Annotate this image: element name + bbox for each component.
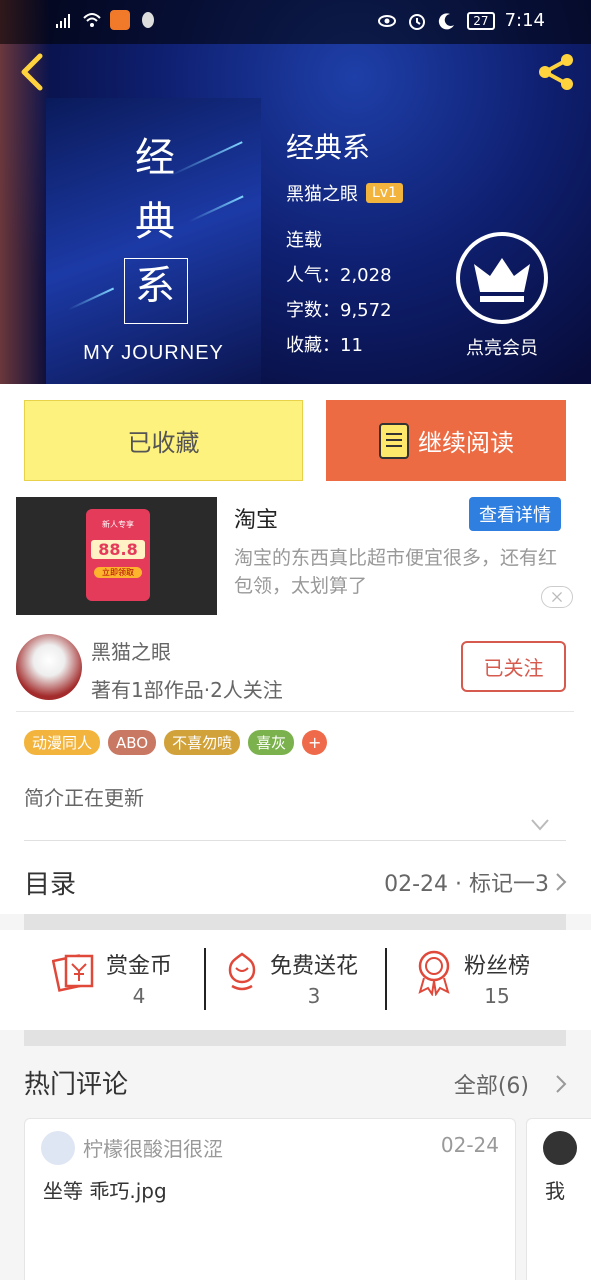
book-icon [379, 422, 409, 459]
ad-title: 淘宝 [234, 508, 279, 533]
favorited-button[interactable]: 已收藏 [24, 400, 303, 481]
status-bar: 27 7:14 [0, 0, 591, 44]
stat-flower[interactable]: 免费送花 3 [224, 948, 358, 1008]
comment-card[interactable]: 我 [526, 1118, 591, 1280]
ad-image[interactable]: 新人专享 88.8 立即领取 [16, 497, 217, 615]
ad-coupon: 新人专享 88.8 立即领取 [86, 509, 150, 601]
popularity: 人气：2,028 [286, 265, 392, 286]
chevron-right-icon[interactable] [555, 1074, 567, 1094]
author-line: 黑猫之眼 Lv1 [286, 180, 403, 206]
divider [16, 711, 574, 712]
ad-coupon-button: 立即领取 [94, 567, 142, 578]
share-icon[interactable] [535, 52, 579, 92]
ad-coupon-amount: 88.8 [91, 540, 145, 559]
status-right: 27 7:14 [377, 10, 545, 31]
word-count: 字数：9,572 [286, 300, 392, 321]
stat-reward[interactable]: 赏金币 4 [52, 948, 172, 1008]
avatar[interactable] [16, 634, 82, 700]
favorites-count: 收藏：11 [286, 335, 363, 356]
cover-streak [67, 287, 115, 311]
divider [24, 840, 566, 841]
chevron-left-icon[interactable] [14, 52, 50, 92]
cover-streak [188, 195, 244, 223]
divider [204, 948, 206, 1010]
section-separator [24, 914, 566, 930]
eye-icon [378, 14, 397, 27]
comment-user[interactable]: 柠檬很酸泪很涩 [83, 1133, 223, 1162]
table-of-contents-row[interactable]: 目录 02-24 · 标记一3 [0, 850, 591, 914]
book-cover[interactable]: 经 典 系 MY JOURNEY [46, 98, 261, 384]
stat-value: 15 [484, 984, 510, 1008]
wifi-icon [83, 13, 101, 27]
all-comments-link[interactable]: 全部(6) [454, 1068, 529, 1100]
divider [385, 948, 387, 1010]
vip-label[interactable]: 点亮会员 [452, 334, 552, 360]
hot-comments-section: 热门评论 全部(6) 柠檬很酸泪很涩 02-24 坐等 乖巧.jpg 我 [0, 1046, 591, 1280]
video-app-icon [110, 10, 130, 30]
ad-coupon-top: 新人专享 [102, 520, 134, 529]
comment-text: 坐等 乖巧.jpg [43, 1179, 167, 1203]
ad-description: 淘宝的东西真比超市便宜很多，还有红包领，太划算了 [234, 547, 558, 597]
cover-frame [124, 258, 188, 324]
author-info-section: 黑猫之眼 著有1部作品·2人关注 已关注 动漫同人 ABO 不喜勿喷 喜灰 + … [0, 620, 591, 850]
action-bar: 已收藏 继续阅读 [0, 384, 591, 494]
avatar[interactable] [41, 1131, 75, 1165]
stat-value: 4 [132, 984, 146, 1008]
stat-label: 赏金币 [106, 954, 173, 979]
tag-list: 动漫同人 ABO 不喜勿喷 喜灰 + [24, 730, 328, 755]
tag-item[interactable]: ABO [108, 730, 157, 755]
tag-item[interactable]: 不喜勿喷 [164, 730, 241, 755]
moon-icon [439, 12, 455, 29]
author-card-subtitle: 著有1部作品·2人关注 [91, 678, 283, 702]
chevron-right-icon [556, 873, 567, 891]
cover-char: 典 [135, 199, 175, 245]
comment-date: 02-24 [440, 1133, 499, 1157]
level-badge: Lv1 [366, 183, 403, 203]
flower-icon [228, 952, 256, 991]
medal-icon [418, 950, 450, 996]
crown-icon [474, 258, 530, 302]
continue-reading-button[interactable]: 继续阅读 [326, 400, 566, 481]
book-title: 经典系 [286, 131, 371, 164]
ad-details-button[interactable]: 查看详情 [469, 497, 561, 531]
comment-text: 我 [545, 1179, 565, 1203]
toc-latest: 02-24 · 标记一3 [384, 872, 549, 897]
cover-char: 经 [135, 135, 175, 181]
author-name[interactable]: 黑猫之眼 [286, 180, 358, 206]
vip-button[interactable] [456, 232, 548, 324]
section-separator [24, 1030, 566, 1046]
comment-card[interactable]: 柠檬很酸泪很涩 02-24 坐等 乖巧.jpg [24, 1118, 516, 1280]
status-left [54, 10, 158, 30]
ad-banner[interactable]: 新人专享 88.8 立即领取 淘宝 查看详情 淘宝的东西真比超市便宜很多，还有红… [0, 494, 591, 620]
book-header: 27 7:14 经 典 系 MY JOURNEY 经典系 黑猫之眼 Lv1 连载… [0, 0, 591, 384]
add-tag-button[interactable]: + [302, 730, 328, 755]
serial-status: 连载 [286, 230, 322, 251]
comments-title: 热门评论 [24, 1070, 129, 1100]
battery-icon: 27 [467, 11, 495, 30]
signal-icon [56, 14, 70, 28]
toc-title: 目录 [24, 870, 77, 900]
author-card-name[interactable]: 黑猫之眼 [91, 636, 171, 665]
support-stats: 赏金币 4 免费送花 3 粉丝榜 15 [0, 930, 591, 1030]
continue-reading-label: 继续阅读 [418, 429, 514, 457]
stat-value: 3 [307, 984, 321, 1008]
clock: 7:14 [504, 10, 545, 31]
tag-item[interactable]: 动漫同人 [24, 730, 101, 755]
cover-subtitle: MY JOURNEY [83, 342, 224, 364]
tag-item[interactable]: 喜灰 [248, 730, 295, 755]
alarm-icon [409, 13, 426, 30]
red-envelope-icon [52, 954, 94, 992]
intro-text: 简介正在更新 [24, 786, 144, 810]
cover-streak [169, 141, 243, 177]
qq-icon [142, 12, 154, 28]
stat-label: 免费送花 [270, 954, 359, 979]
chevron-down-icon[interactable] [531, 818, 549, 832]
close-icon[interactable] [541, 586, 573, 608]
avatar[interactable] [543, 1131, 577, 1165]
stat-fans[interactable]: 粉丝榜 15 [414, 948, 530, 1008]
stat-label: 粉丝榜 [464, 954, 531, 979]
follow-button[interactable]: 已关注 [461, 641, 566, 692]
